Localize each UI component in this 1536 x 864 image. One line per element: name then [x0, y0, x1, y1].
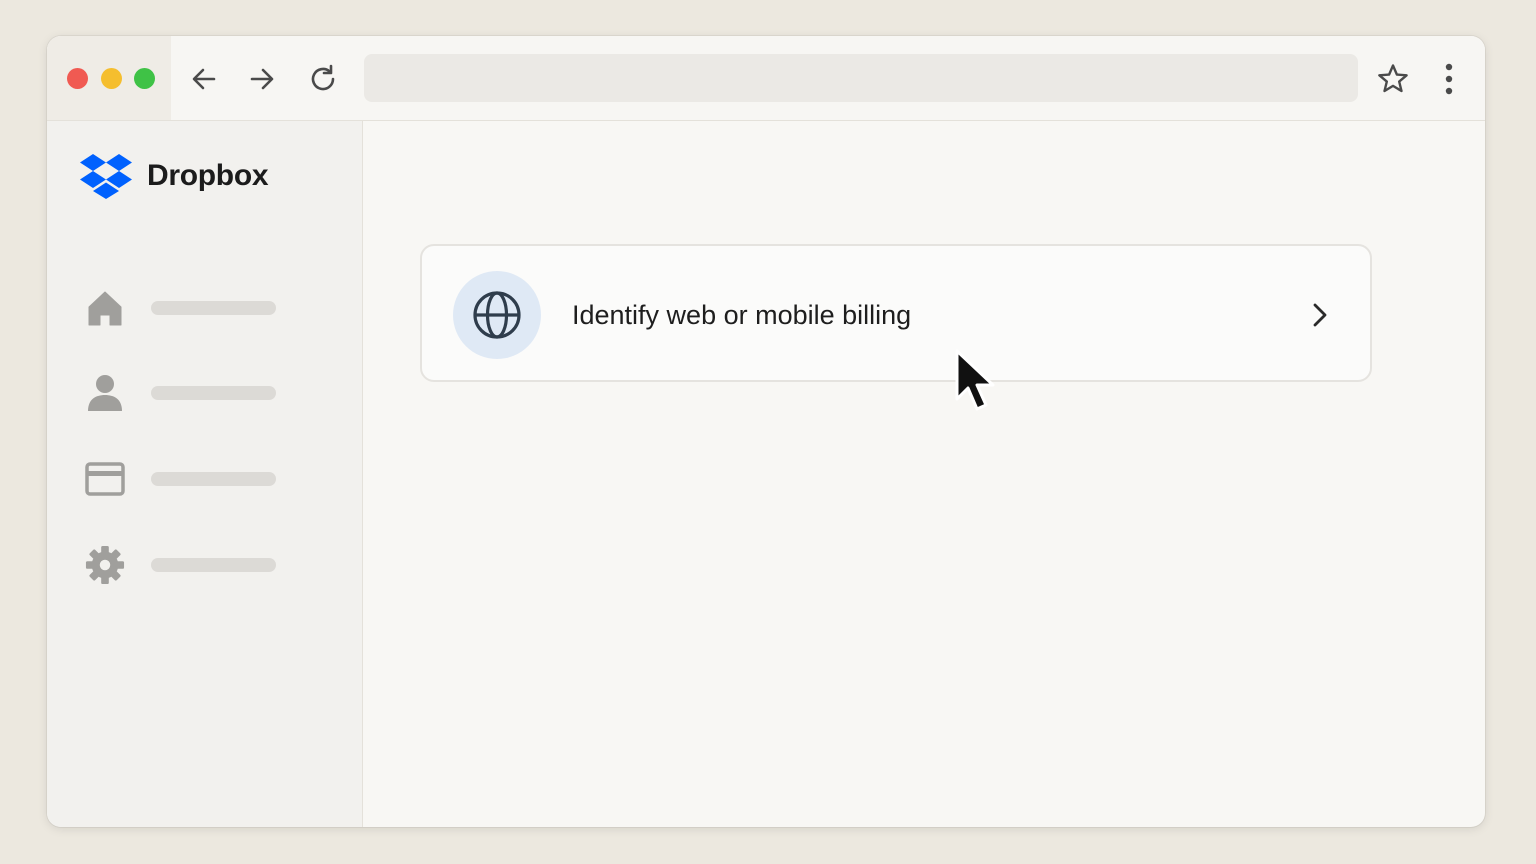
option-label: Identify web or mobile billing [572, 300, 912, 330]
dropbox-logo[interactable]: Dropbox [80, 153, 269, 199]
person-icon [85, 373, 125, 413]
address-bar[interactable] [364, 54, 1358, 102]
kebab-menu-icon [1445, 63, 1453, 95]
globe-icon [473, 291, 521, 339]
sidebar-item-home[interactable] [85, 288, 325, 328]
mouse-pointer-icon [955, 349, 995, 411]
arrow-left-icon [192, 68, 216, 90]
sidebar-item-account[interactable] [85, 373, 325, 413]
sidebar-item-placeholder [151, 472, 276, 486]
sidebar: Dropbox [47, 121, 363, 827]
reload-icon [311, 64, 335, 91]
arrow-right-icon [250, 68, 274, 90]
forward-button[interactable] [245, 62, 279, 96]
browser-menu-button[interactable] [1432, 62, 1466, 96]
browser-toolbar [47, 36, 1485, 121]
sidebar-item-placeholder [151, 558, 276, 572]
brand-name: Dropbox [147, 159, 269, 192]
browser-window: Dropbox Identify web or mobile billing [47, 36, 1485, 827]
main-content: Identify web or mobile billing [363, 121, 1485, 827]
close-window-button[interactable] [67, 68, 88, 89]
dropbox-icon [80, 154, 132, 199]
window-controls [47, 36, 171, 120]
sidebar-item-placeholder [151, 301, 276, 315]
gear-icon [85, 545, 125, 585]
sidebar-item-placeholder [151, 386, 276, 400]
sidebar-item-settings[interactable] [85, 545, 325, 585]
bookmark-button[interactable] [1376, 62, 1410, 96]
star-icon [1378, 64, 1408, 93]
card-icon [85, 459, 125, 499]
identify-billing-option[interactable]: Identify web or mobile billing [420, 244, 1372, 382]
reload-button[interactable] [306, 62, 340, 96]
globe-icon-badge [453, 271, 541, 359]
minimize-window-button[interactable] [101, 68, 122, 89]
back-button[interactable] [187, 62, 221, 96]
maximize-window-button[interactable] [134, 68, 155, 89]
home-icon [85, 288, 125, 328]
sidebar-item-billing[interactable] [85, 459, 325, 499]
chevron-right-icon [1313, 303, 1327, 327]
